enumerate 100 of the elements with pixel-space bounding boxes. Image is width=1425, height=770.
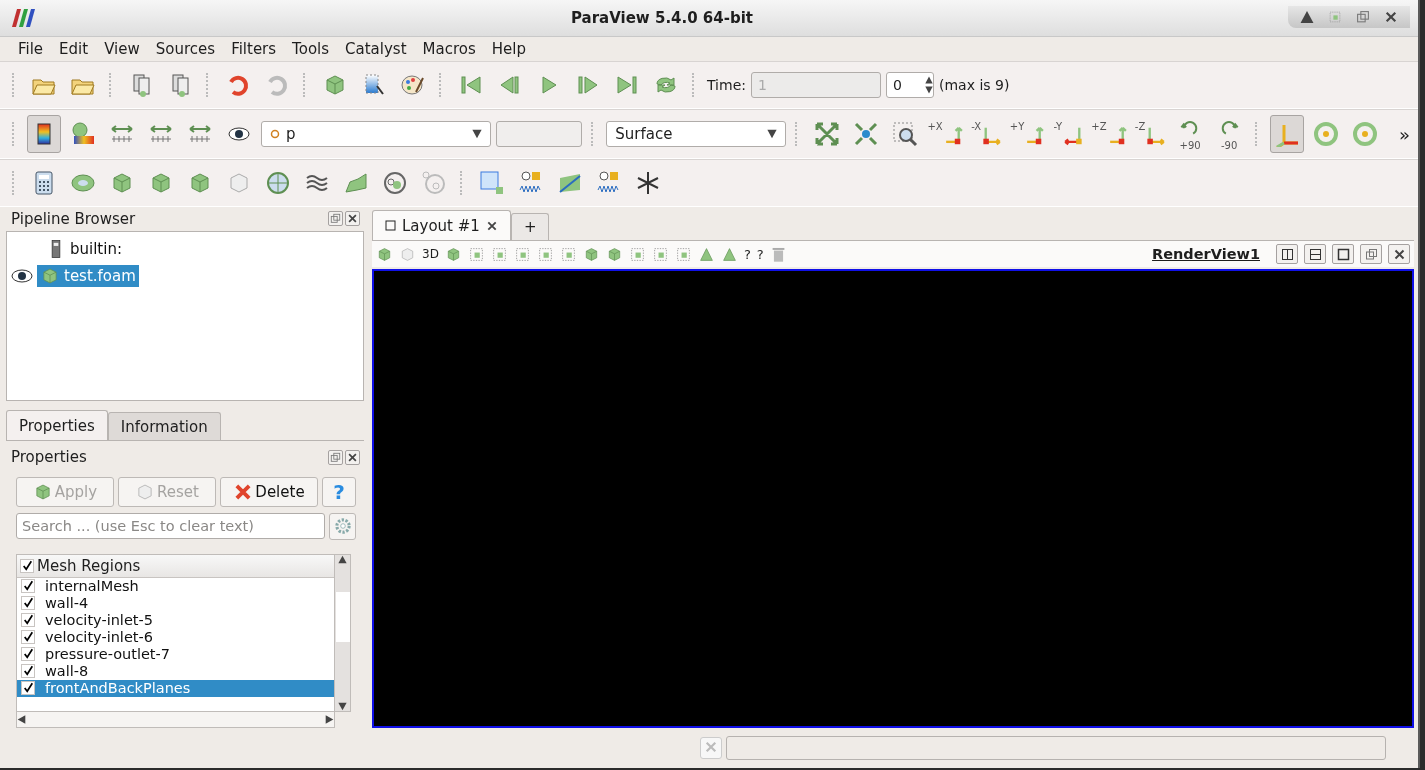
float-icon [330, 213, 341, 225]
list-row[interactable]: velocity-inlet-6 [17, 629, 334, 646]
representation-name: Surface [615, 125, 673, 143]
scroll-right-icon [325, 715, 334, 724]
close-icon [347, 213, 358, 225]
camera-view-button[interactable]: -Z [1134, 115, 1169, 153]
close-button[interactable] [345, 449, 360, 465]
checkbox[interactable] [21, 630, 35, 645]
color-legend-button[interactable] [26, 115, 61, 153]
list-row[interactable]: wall-4 [17, 595, 334, 612]
camera-view-button[interactable]: -Y [1051, 115, 1086, 153]
checkbox[interactable] [20, 559, 34, 573]
tick-icon [22, 631, 34, 643]
tick-icon [22, 648, 34, 660]
query-mark[interactable]: ? [756, 246, 764, 262]
palette-icon [400, 72, 426, 98]
camera-view-button[interactable]: +Z [1090, 115, 1130, 153]
toolbar-overflow[interactable]: » [1398, 123, 1410, 145]
timestep-spinbox[interactable]: 0 [886, 72, 934, 98]
tick-icon [21, 560, 33, 571]
zoom-box-icon [891, 121, 918, 147]
split-vertical-button[interactable] [1304, 244, 1326, 264]
tick-icon [22, 580, 34, 592]
close-icon [485, 219, 498, 232]
axis-label: -Z [1134, 122, 1146, 132]
settings-button[interactable] [329, 513, 356, 540]
maximize-icon [1336, 247, 1350, 261]
panel-tab[interactable]: Properties [6, 410, 108, 441]
restore-icon [1356, 10, 1370, 24]
mode-toggle[interactable]: 3D [422, 247, 439, 261]
split-horizontal-button[interactable] [1276, 244, 1298, 264]
list-row[interactable]: pressure-outlet-7 [17, 646, 334, 663]
split-horizontal-icon [1280, 247, 1294, 261]
menu-item[interactable]: Macros [414, 40, 484, 58]
menu-item[interactable]: View [96, 40, 148, 58]
time-label: Time: [707, 77, 746, 93]
window-up-icon [1300, 10, 1314, 24]
menu-item[interactable]: Filters [223, 40, 285, 58]
menu-item[interactable]: Sources [147, 40, 224, 58]
float-icon [330, 451, 341, 463]
list-row[interactable]: frontAndBackPlanes [17, 680, 334, 697]
header-label: Mesh Regions [37, 557, 141, 575]
window-icon [385, 220, 396, 231]
checkbox[interactable] [21, 664, 35, 679]
camera-view-button[interactable]: +X [926, 115, 966, 153]
warp-icon [343, 170, 369, 196]
angle-label: -90 [1220, 141, 1238, 151]
vertical-scrollbar[interactable] [335, 554, 351, 712]
tick-icon [22, 682, 34, 694]
settings-icon [332, 516, 353, 536]
tick-icon [22, 597, 34, 609]
close-button[interactable] [1388, 244, 1410, 264]
menu-item[interactable]: Catalyst [337, 40, 415, 58]
camera-link-icon [376, 245, 393, 263]
abort-button[interactable] [700, 737, 722, 759]
camera-view-button[interactable]: +90 [1173, 115, 1208, 153]
axis-label: +X [927, 122, 943, 132]
checkbox[interactable] [21, 681, 35, 696]
window-title: ParaView 5.4.0 64-bit [569, 9, 755, 27]
list-row[interactable]: internalMesh [17, 578, 334, 595]
orientation-axes-button[interactable] [1269, 115, 1304, 153]
pipeline-item[interactable]: builtin: [43, 238, 125, 261]
delete-button[interactable]: Delete [220, 477, 318, 507]
close-button[interactable] [345, 211, 360, 227]
region-name: velocity-inlet-5 [45, 612, 153, 629]
menu-item[interactable]: Edit [51, 40, 97, 58]
checkbox[interactable] [21, 579, 35, 594]
checkbox[interactable] [21, 596, 35, 611]
maximize-button[interactable] [1332, 244, 1354, 264]
pick-center-icon [1351, 121, 1378, 147]
menu-item[interactable]: Help [483, 40, 534, 58]
search-field[interactable]: Search ... (use Esc to clear text) [16, 513, 325, 540]
close-icon [1384, 10, 1398, 24]
camera-view-button[interactable]: -90 [1212, 115, 1247, 153]
list-row[interactable]: velocity-inlet-5 [17, 612, 334, 629]
float-icon [1364, 247, 1378, 261]
panel-tab[interactable]: Information [107, 412, 221, 441]
layout-tab[interactable]: Layout #1 [372, 210, 511, 240]
array-dropdown[interactable]: p [260, 121, 492, 147]
axis-label: -Y [1053, 122, 1063, 132]
float-button[interactable] [1360, 244, 1382, 264]
list-row[interactable]: wall-8 [17, 663, 334, 680]
layout-tab[interactable]: + [510, 213, 550, 240]
menu-item[interactable]: File [10, 40, 52, 58]
menu-item[interactable]: Tools [284, 40, 338, 58]
pipeline-item[interactable]: test.foam [37, 265, 139, 288]
representation-dropdown[interactable]: Surface [606, 121, 787, 147]
checkbox[interactable] [21, 647, 35, 662]
camera-view-button[interactable]: -X [970, 115, 1005, 153]
dropdown-arrow-icon [472, 129, 483, 139]
axis-label: -X [971, 122, 982, 132]
eye-icon[interactable] [11, 269, 33, 284]
extract-selection-icon [479, 170, 505, 196]
star-icon [635, 170, 661, 196]
zoom-to-data-icon [852, 121, 879, 147]
checkbox[interactable] [21, 613, 35, 628]
query-mark[interactable]: ? [743, 246, 751, 262]
close-icon [347, 451, 358, 463]
rotation-center-icon [1312, 121, 1339, 147]
camera-view-button[interactable]: +Y [1009, 115, 1047, 153]
